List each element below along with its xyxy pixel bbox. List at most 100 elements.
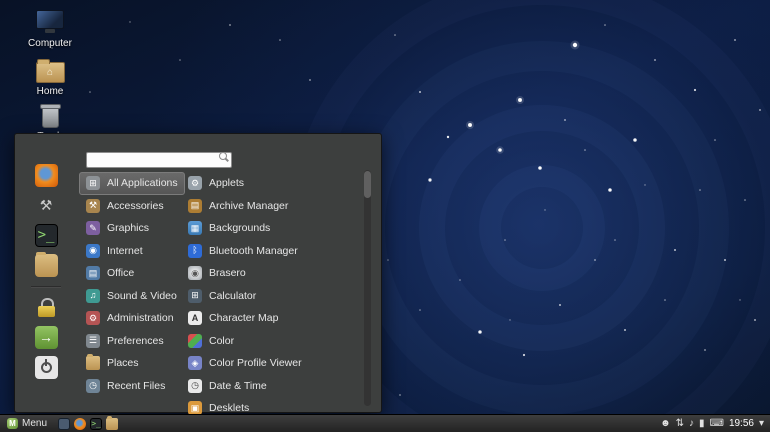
categories-list: ⊞ All Applications ⚒Accessories ✎ Graphics… (79, 172, 185, 397)
logout-icon: → (35, 326, 58, 349)
system-tray: ☻ ⇅ ♪ ▮ ⌨ 19:56 ▾ (660, 418, 770, 429)
favorite-firefox[interactable] (31, 160, 61, 190)
preferences-icon: ☰ (86, 334, 100, 348)
app-item-applets[interactable]: ⚙Applets (181, 172, 359, 195)
app-label: Color (209, 335, 234, 347)
shut-down-button[interactable] (31, 352, 61, 382)
category-label: Office (107, 267, 134, 279)
app-item-backgrounds[interactable]: ▦Backgrounds (181, 217, 359, 240)
calculator-icon: ⊞ (188, 289, 202, 303)
lock-screen-button[interactable] (31, 292, 61, 322)
app-item-character-map[interactable]: A Character Map (181, 307, 359, 330)
recent-files-icon: ◷ (86, 379, 100, 393)
favorites-separator (31, 286, 61, 288)
category-office[interactable]: ▤ Office (79, 262, 141, 285)
app-item-date-time[interactable]: ◷ Date & Time (181, 375, 359, 398)
applets-icon: ⚙ (188, 176, 202, 190)
graphics-icon: ✎ (86, 221, 100, 235)
desktop: Computer ⌂ Home Trash ⚒ >_ → ⊞All Applic… (0, 0, 770, 432)
home-folder-icon: ⌂ (36, 62, 65, 83)
terminal-icon: >_ (35, 224, 58, 247)
administration-icon: ⚙ (86, 311, 100, 325)
battery-icon[interactable]: ▮ (699, 419, 705, 429)
app-label: Character Map (209, 312, 278, 324)
all-apps-icon: ⊞ (86, 176, 100, 190)
volume-icon[interactable]: ♪ (689, 419, 694, 429)
favorite-terminal[interactable]: >_ (31, 220, 61, 250)
app-menu: ⚒ >_ → ⊞All Applications ⚒Accessories ✎G… (14, 133, 382, 413)
category-preferences[interactable]: ☰ Preferences (79, 330, 171, 353)
bluetooth-icon: ᛒ (188, 244, 202, 258)
app-item-archive-manager[interactable]: ▤Archive Manager (181, 195, 359, 218)
applications-list: ⚙Applets ▤Archive Manager ▦Backgrounds ᛒ… (181, 172, 359, 420)
apps-scrollbar[interactable] (364, 170, 371, 406)
menu-button[interactable]: M Menu (0, 415, 54, 432)
category-label: Graphics (107, 222, 149, 234)
app-label: Date & Time (209, 380, 267, 392)
office-icon: ▤ (86, 266, 100, 280)
desktop-icon-home[interactable]: ⌂ Home (22, 58, 78, 97)
lock-icon (35, 296, 58, 319)
firefox-icon[interactable] (74, 418, 86, 430)
app-label: Desklets (209, 402, 249, 414)
show-desktop-icon[interactable] (58, 418, 70, 430)
app-item-calculator[interactable]: ⊞ Calculator (181, 285, 359, 308)
apps-scrollbar-thumb[interactable] (364, 171, 371, 198)
category-label: All Applications (107, 177, 178, 189)
category-sound-video[interactable]: ♫ Sound & Video (79, 285, 184, 308)
charmap-icon: A (188, 311, 202, 325)
app-label: Bluetooth Manager (209, 245, 298, 257)
search-icon (219, 152, 227, 160)
category-all-applications[interactable]: ⊞ All Applications (79, 172, 185, 195)
category-label: Recent Files (107, 380, 165, 392)
panel-launchers: >_ (58, 418, 118, 430)
files-icon[interactable] (106, 418, 118, 430)
category-label: Preferences (107, 335, 164, 347)
desktop-icon-label: Home (37, 86, 64, 97)
tools-icon: ⚒ (35, 194, 58, 217)
search-input[interactable] (86, 152, 232, 168)
category-graphics[interactable]: ✎ Graphics (79, 217, 156, 240)
app-item-brasero[interactable]: ◉ Brasero (181, 262, 359, 285)
favorite-file-manager[interactable] (31, 250, 61, 280)
color-profile-icon: ◈ (188, 356, 202, 370)
network-icon[interactable]: ⇅ (676, 419, 684, 429)
firefox-icon (35, 164, 58, 187)
brasero-icon: ◉ (188, 266, 202, 280)
app-label: Calculator (209, 290, 256, 302)
favorite-system-tools[interactable]: ⚒ (31, 190, 61, 220)
clock[interactable]: 19:56 (729, 418, 754, 429)
app-item-color[interactable]: Color (181, 330, 359, 353)
app-item-color-profile-viewer[interactable]: ◈ Color Profile Viewer (181, 352, 359, 375)
category-internet[interactable]: ◉Internet (79, 240, 150, 263)
folder-icon (35, 254, 58, 277)
sound-video-icon: ♫ (86, 289, 100, 303)
log-out-button[interactable]: → (31, 322, 61, 352)
keyboard-icon[interactable]: ⌨ (710, 419, 724, 429)
category-label: Accessories (107, 200, 164, 212)
mint-menu-icon: M (7, 418, 18, 429)
app-label: Color Profile Viewer (209, 357, 302, 369)
desktop-icon-label: Computer (28, 38, 72, 49)
search-box (86, 149, 232, 165)
category-administration[interactable]: ⚙ Administration (79, 307, 181, 330)
datetime-icon: ◷ (188, 379, 202, 393)
computer-icon (36, 10, 64, 29)
desktop-icon-computer[interactable]: Computer (22, 10, 78, 49)
category-accessories[interactable]: ⚒Accessories (79, 195, 171, 218)
app-label: Brasero (209, 267, 246, 279)
terminal-icon[interactable]: >_ (90, 418, 102, 430)
app-item-bluetooth-manager[interactable]: ᛒ Bluetooth Manager (181, 240, 359, 263)
notifications-icon[interactable]: ▾ (759, 419, 764, 429)
favorites-column: ⚒ >_ → (29, 160, 63, 382)
bottom-panel: M Menu >_ ☻ ⇅ ♪ ▮ ⌨ 19:56 ▾ (0, 414, 770, 432)
category-recent-files[interactable]: ◷ Recent Files (79, 375, 172, 398)
menu-button-label: Menu (22, 418, 47, 429)
category-places[interactable]: Places (79, 352, 146, 375)
places-icon (86, 356, 100, 370)
color-icon (188, 334, 202, 348)
app-label: Backgrounds (209, 222, 270, 234)
user-icon[interactable]: ☻ (660, 419, 671, 429)
category-label: Sound & Video (107, 290, 177, 302)
category-label: Administration (107, 312, 174, 324)
